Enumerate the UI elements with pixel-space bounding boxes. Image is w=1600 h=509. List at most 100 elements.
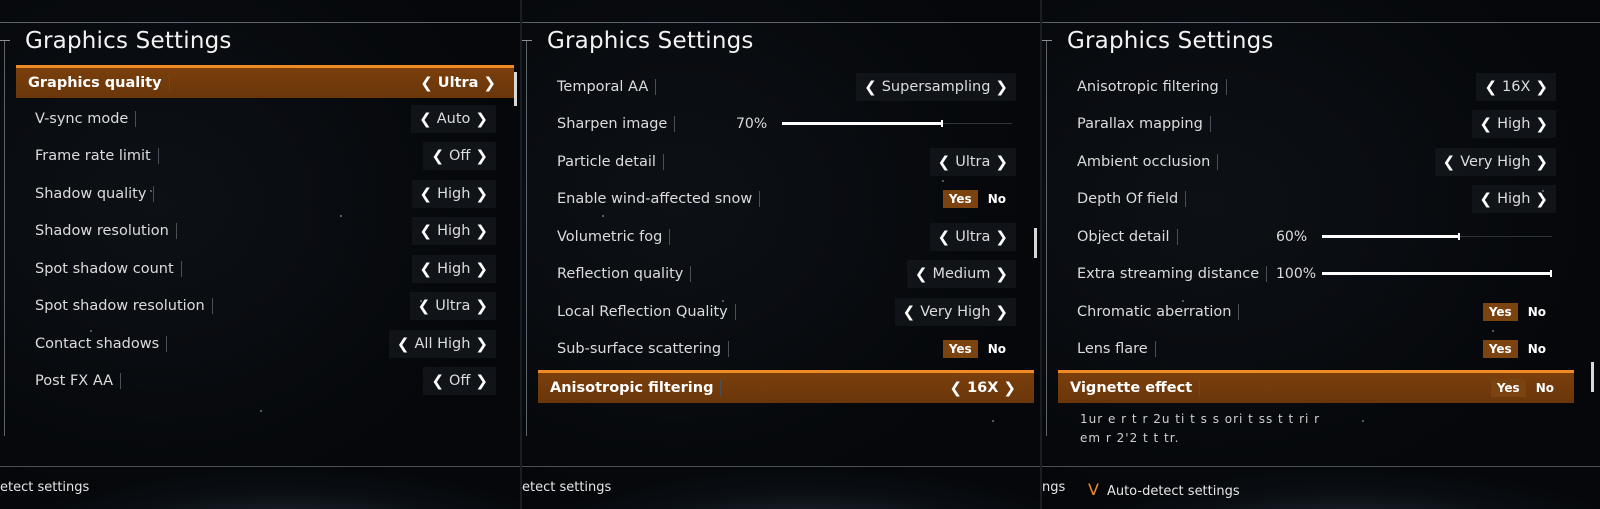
auto-detect-hint[interactable]: etect settings <box>522 480 611 495</box>
setting-row-spot-shadow-resolution[interactable]: Spot shadow resolution ❮ Ultra ❯ <box>18 288 506 326</box>
yes-option[interactable]: Yes <box>1490 379 1526 397</box>
value-selector[interactable]: ❮ 16X ❯ <box>1476 72 1556 101</box>
slider-handle[interactable] <box>1458 232 1460 240</box>
yes-no-toggle[interactable]: Yes No <box>942 190 1016 209</box>
value-selector[interactable]: ❮ Supersampling ❯ <box>856 72 1016 101</box>
auto-detect-hint[interactable]: etect settings <box>0 480 89 495</box>
setting-row-parallax-mapping[interactable]: Parallax mapping ❮ High ❯ <box>1060 106 1566 144</box>
slider-track[interactable] <box>1322 232 1552 240</box>
yes-no-toggle[interactable]: Yes No <box>1490 379 1564 397</box>
scrollbar[interactable] <box>514 72 517 106</box>
chevron-left-icon[interactable]: ❮ <box>938 228 951 246</box>
value-selector[interactable]: ❮ Ultra ❯ <box>929 147 1016 176</box>
chevron-right-icon[interactable]: ❯ <box>475 185 488 203</box>
chevron-left-icon[interactable]: ❮ <box>864 78 877 96</box>
setting-row-chromatic-aberration[interactable]: Chromatic aberration Yes No <box>1060 293 1566 331</box>
value-selector[interactable]: ❮ All High ❯ <box>388 329 496 358</box>
chevron-right-icon[interactable]: ❯ <box>475 147 488 165</box>
chevron-left-icon[interactable]: ❮ <box>397 335 410 353</box>
setting-row-graphics-quality[interactable]: Graphics quality ❮ Ultra ❯ <box>16 65 514 98</box>
setting-row-anisotropic-filtering[interactable]: Anisotropic filtering ❮ 16X ❯ <box>538 370 1034 403</box>
setting-row-ambient-occlusion[interactable]: Ambient occlusion ❮ Very High ❯ <box>1060 143 1566 181</box>
auto-detect-button[interactable]: V Auto-detect settings <box>1088 480 1240 499</box>
chevron-right-icon[interactable]: ❯ <box>1535 78 1548 96</box>
scrollbar[interactable] <box>1034 228 1037 258</box>
chevron-left-icon[interactable]: ❮ <box>903 303 916 321</box>
setting-row-frame-rate-limit[interactable]: Frame rate limit ❮ Off ❯ <box>18 138 506 176</box>
setting-row-object-detail[interactable]: Object detail 60% <box>1060 218 1566 256</box>
chevron-right-icon[interactable]: ❯ <box>475 297 488 315</box>
chevron-left-icon[interactable]: ❮ <box>915 265 928 283</box>
setting-row-sub-surface-scattering[interactable]: Sub-surface scattering Yes No <box>540 331 1026 369</box>
chevron-right-icon[interactable]: ❯ <box>1535 115 1548 133</box>
chevron-right-icon[interactable]: ❯ <box>995 265 1008 283</box>
setting-row-temporal-aa[interactable]: Temporal AA ❮ Supersampling ❯ <box>540 68 1026 106</box>
setting-row-extra-streaming-distance[interactable]: Extra streaming distance 100% <box>1060 256 1566 294</box>
yes-no-toggle[interactable]: Yes No <box>942 340 1016 359</box>
setting-row-shadow-quality[interactable]: Shadow quality ❮ High ❯ <box>18 175 506 213</box>
chevron-left-icon[interactable]: ❮ <box>420 260 433 278</box>
chevron-left-icon[interactable]: ❮ <box>431 372 444 390</box>
yes-option[interactable]: Yes <box>942 190 978 209</box>
setting-row-local-reflection-quality[interactable]: Local Reflection Quality ❮ Very High ❯ <box>540 293 1026 331</box>
slider-track[interactable] <box>782 120 1012 128</box>
setting-row-reflection-quality[interactable]: Reflection quality ❮ Medium ❯ <box>540 256 1026 294</box>
chevron-right-icon[interactable]: ❯ <box>475 222 488 240</box>
yes-option[interactable]: Yes <box>1482 340 1518 359</box>
setting-row-v-sync-mode[interactable]: V-sync mode ❮ Auto ❯ <box>18 100 506 138</box>
chevron-right-icon[interactable]: ❯ <box>995 303 1008 321</box>
value-selector[interactable]: ❮ High ❯ <box>411 254 496 283</box>
chevron-left-icon[interactable]: ❮ <box>1443 153 1456 171</box>
chevron-right-icon[interactable]: ❯ <box>475 260 488 278</box>
value-selector[interactable]: ❮ Very High ❯ <box>894 297 1016 326</box>
chevron-left-icon[interactable]: ❮ <box>1480 190 1493 208</box>
value-selector[interactable]: ❮ Very High ❯ <box>1434 147 1556 176</box>
setting-row-particle-detail[interactable]: Particle detail ❮ Ultra ❯ <box>540 143 1026 181</box>
value-selector[interactable]: ❮ 16X ❯ <box>941 374 1024 402</box>
setting-row-sharpen-image[interactable]: Sharpen image 70% <box>540 106 1026 144</box>
setting-row-vignette-effect[interactable]: Vignette effect Yes No <box>1058 370 1574 403</box>
value-selector[interactable]: ❮ Off ❯ <box>423 142 496 171</box>
yes-no-toggle[interactable]: Yes No <box>1482 340 1556 359</box>
yes-no-toggle[interactable]: Yes No <box>1482 302 1556 321</box>
value-selector[interactable]: ❮ High ❯ <box>1471 110 1556 139</box>
value-selector[interactable]: ❮ Ultra ❯ <box>409 292 496 321</box>
chevron-right-icon[interactable]: ❯ <box>1535 190 1548 208</box>
setting-row-depth-of-field[interactable]: Depth Of field ❮ High ❯ <box>1060 181 1566 219</box>
value-selector[interactable]: ❮ Medium ❯ <box>906 260 1016 289</box>
chevron-right-icon[interactable]: ❯ <box>995 228 1008 246</box>
setting-row-lens-flare[interactable]: Lens flare Yes No <box>1060 331 1566 369</box>
chevron-left-icon[interactable]: ❮ <box>431 147 444 165</box>
chevron-right-icon[interactable]: ❯ <box>1535 153 1548 171</box>
chevron-right-icon[interactable]: ❯ <box>475 335 488 353</box>
value-selector[interactable]: ❮ Ultra ❯ <box>412 69 504 97</box>
chevron-left-icon[interactable]: ❮ <box>420 185 433 203</box>
value-selector[interactable]: ❮ Ultra ❯ <box>929 222 1016 251</box>
setting-row-spot-shadow-count[interactable]: Spot shadow count ❮ High ❯ <box>18 250 506 288</box>
chevron-right-icon[interactable]: ❯ <box>483 74 496 92</box>
no-option[interactable]: No <box>1532 379 1558 397</box>
no-option[interactable]: No <box>984 190 1010 208</box>
slider-handle[interactable] <box>1550 270 1552 278</box>
chevron-left-icon[interactable]: ❮ <box>420 222 433 240</box>
yes-option[interactable]: Yes <box>1482 302 1518 321</box>
value-selector[interactable]: ❮ Auto ❯ <box>411 104 496 133</box>
no-option[interactable]: No <box>984 340 1010 358</box>
chevron-left-icon[interactable]: ❮ <box>419 110 432 128</box>
value-selector[interactable]: ❮ High ❯ <box>411 179 496 208</box>
chevron-left-icon[interactable]: ❮ <box>1480 115 1493 133</box>
scrollbar[interactable] <box>1591 362 1594 392</box>
chevron-right-icon[interactable]: ❯ <box>475 110 488 128</box>
yes-option[interactable]: Yes <box>942 340 978 359</box>
chevron-right-icon[interactable]: ❯ <box>475 372 488 390</box>
slider-handle[interactable] <box>941 120 943 128</box>
setting-row-volumetric-fog[interactable]: Volumetric fog ❮ Ultra ❯ <box>540 218 1026 256</box>
value-selector[interactable]: ❮ High ❯ <box>411 217 496 246</box>
chevron-left-icon[interactable]: ❮ <box>1484 78 1497 96</box>
setting-row-enable-wind-affected-snow[interactable]: Enable wind-affected snow Yes No <box>540 181 1026 219</box>
chevron-left-icon[interactable]: ❮ <box>420 74 433 92</box>
setting-row-anisotropic-filtering[interactable]: Anisotropic filtering ❮ 16X ❯ <box>1060 68 1566 106</box>
slider-track[interactable] <box>1322 270 1552 278</box>
chevron-right-icon[interactable]: ❯ <box>995 153 1008 171</box>
chevron-right-icon[interactable]: ❯ <box>995 78 1008 96</box>
